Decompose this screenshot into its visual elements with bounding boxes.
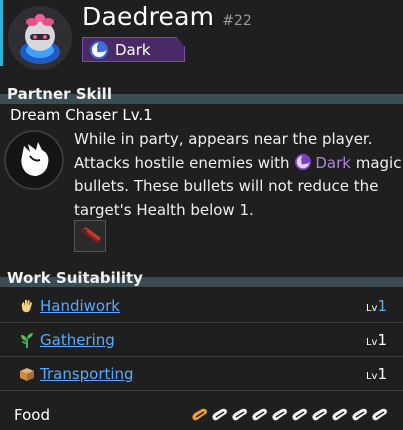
- level-prefix: Lv: [365, 370, 378, 382]
- daedream-portrait: [8, 6, 72, 70]
- work-row-handiwork: Handiwork Lv1: [0, 289, 403, 323]
- food-icon-empty: [352, 408, 367, 421]
- food-meter: [190, 407, 389, 423]
- food-label: Food: [14, 406, 50, 424]
- level-prefix: Lv: [365, 302, 378, 314]
- box-icon: [20, 367, 34, 381]
- dark-element-icon: [90, 40, 108, 59]
- food-icon-filled: [192, 408, 207, 421]
- pal-avatar: [8, 6, 72, 70]
- food-row: Food: [0, 400, 403, 430]
- work-link-transporting[interactable]: Transporting: [40, 365, 134, 383]
- type-label: Dark: [115, 40, 151, 59]
- pal-name: Daedream: [82, 2, 215, 31]
- accent-bar: [0, 0, 3, 66]
- ghost-skill-icon: [21, 142, 49, 176]
- food-icon-empty: [232, 408, 247, 421]
- food-icon-empty: [272, 408, 287, 421]
- work-link-gathering[interactable]: Gathering: [40, 331, 115, 349]
- type-badge[interactable]: Dark: [82, 37, 185, 62]
- work-link-handiwork[interactable]: Handiwork: [40, 297, 120, 315]
- level-value: 1: [377, 330, 387, 349]
- skill-description: While in party, appears near the player.…: [74, 128, 403, 222]
- title-row: Daedream #22: [82, 2, 252, 36]
- dark-element-icon: [295, 153, 312, 170]
- pal-number: #22: [222, 13, 252, 29]
- partner-skill-icon: [4, 130, 64, 190]
- skill-name: Dream Chaser Lv.1: [10, 106, 153, 124]
- food-icon-empty: [332, 408, 347, 421]
- food-icon-empty: [312, 408, 327, 421]
- food-icon-empty: [292, 408, 307, 421]
- pal-gear-icon: [81, 227, 101, 243]
- hand-icon: [21, 299, 32, 312]
- level-value: 1: [377, 296, 387, 315]
- work-suitability-heading: Work Suitability: [7, 269, 143, 287]
- skill-desc-type-link[interactable]: Dark: [315, 154, 351, 172]
- food-icon-empty: [212, 408, 227, 421]
- skill-item-thumbnail[interactable]: [74, 220, 106, 252]
- work-row-gathering: Gathering Lv1: [0, 323, 403, 357]
- work-level: Lv1: [366, 365, 387, 383]
- level-value: 1: [377, 364, 387, 383]
- food-icon-empty: [372, 408, 387, 421]
- work-level: Lv1: [366, 331, 387, 349]
- partner-skill-heading: Partner Skill: [7, 85, 112, 103]
- food-icon-empty: [252, 408, 267, 421]
- work-row-transporting: Transporting Lv1: [0, 357, 403, 391]
- work-level: Lv1: [366, 297, 387, 315]
- level-prefix: Lv: [365, 336, 378, 348]
- sprout-icon: [21, 332, 33, 348]
